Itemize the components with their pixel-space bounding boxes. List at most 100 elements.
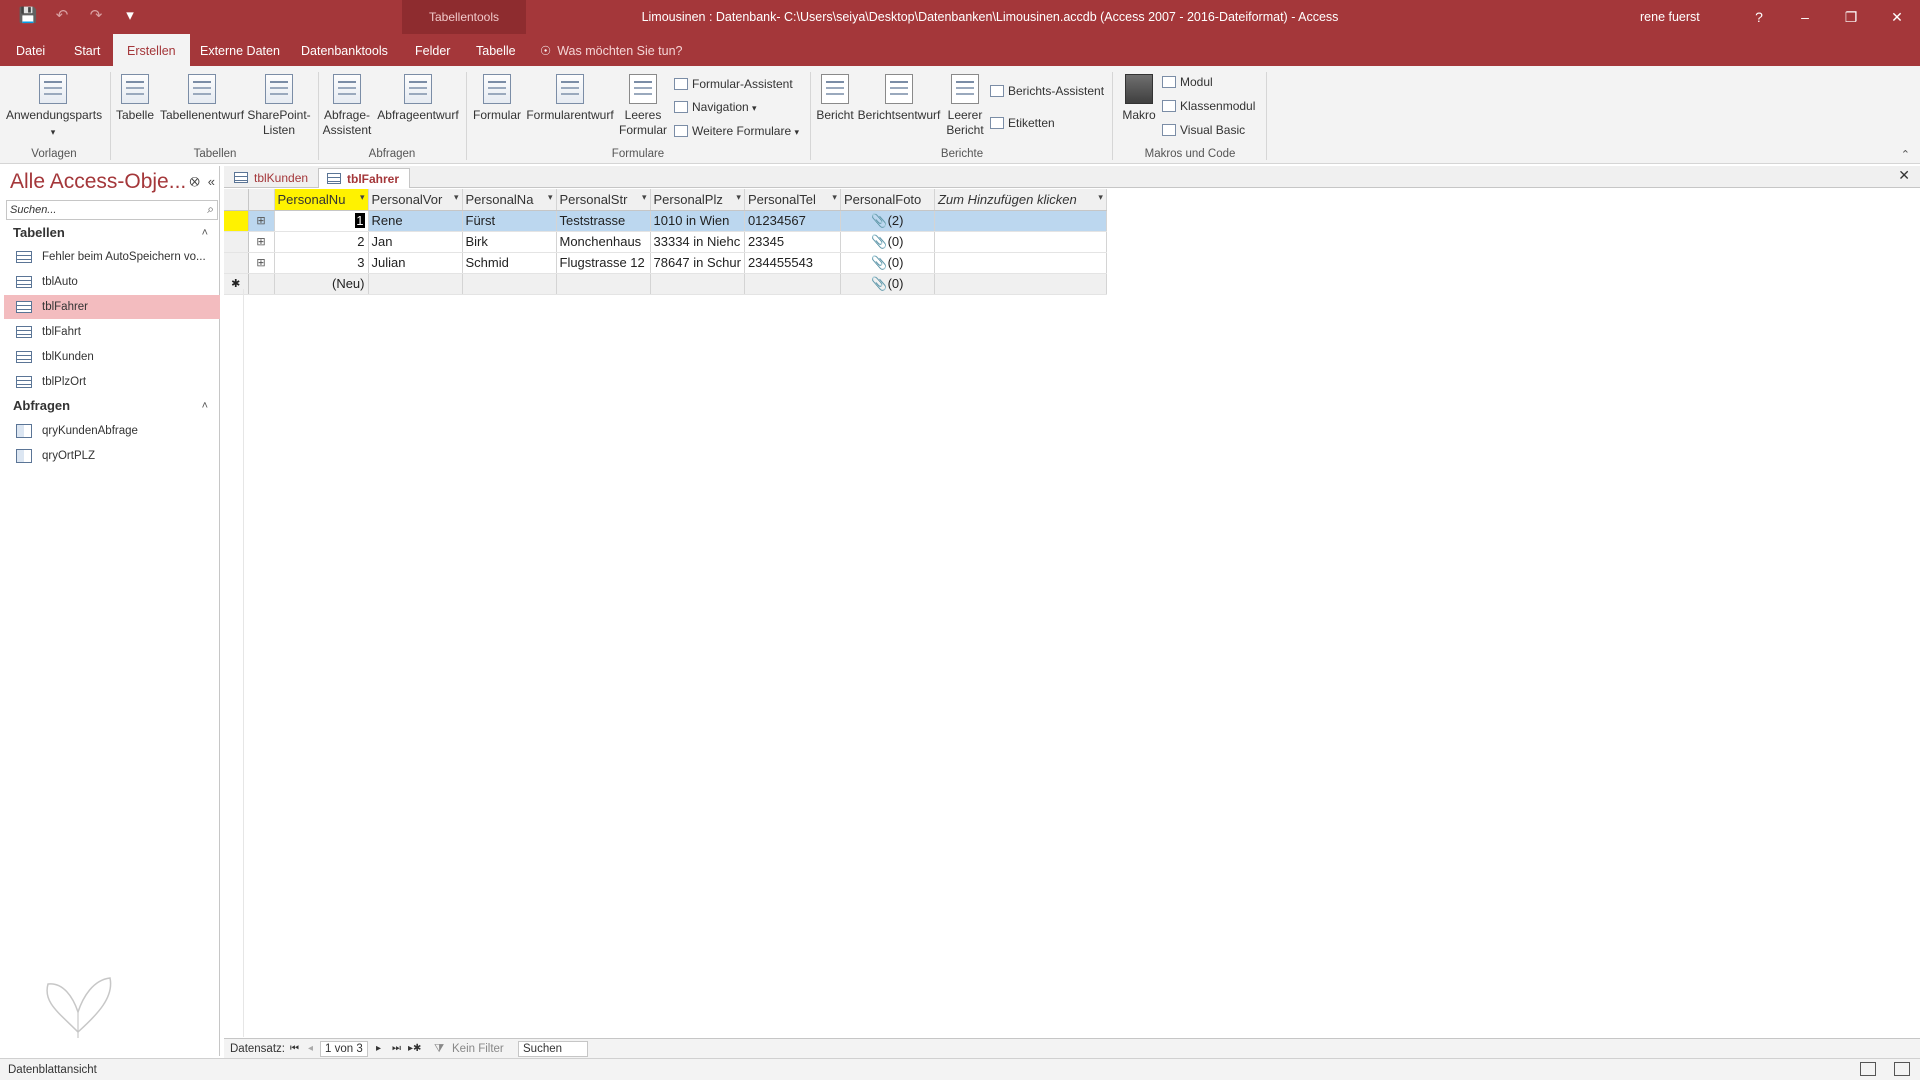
leerer-bericht-button[interactable]: Leerer Bericht [940, 74, 990, 138]
navigation-button[interactable]: Navigation [674, 97, 757, 117]
cell-plz[interactable]: 1010 in Wien [650, 210, 745, 232]
search-icon[interactable]: ⌕ [207, 202, 214, 217]
nav-item-table[interactable]: tblKunden [4, 345, 220, 369]
cell-foto[interactable]: 📎(0) [840, 252, 935, 274]
column-header[interactable]: PersonalTel ▾ [744, 189, 841, 211]
record-selector[interactable] [224, 252, 249, 274]
formular-button[interactable]: Formular [470, 74, 524, 123]
cell-strasse[interactable]: Monchenhaus [556, 231, 651, 253]
formularentwurf-button[interactable]: Formularentwurf [524, 74, 616, 123]
cell-vorname[interactable]: Julian [368, 252, 463, 274]
cell-vorname[interactable]: Rene [368, 210, 463, 232]
column-header[interactable]: PersonalNa ▾ [462, 189, 557, 211]
cell-nachname[interactable]: Fürst [462, 210, 557, 232]
record-selector[interactable] [224, 210, 249, 232]
shutter-bar-icon[interactable]: « [208, 174, 215, 189]
nav-item-table[interactable]: tblAuto [4, 270, 220, 294]
dropdown-arrow-icon[interactable]: ▾ [360, 192, 365, 203]
dropdown-arrow-icon[interactable]: ▾ [1098, 192, 1103, 203]
cell-nachname[interactable]: Schmid [462, 252, 557, 274]
redo-icon[interactable]: ↷ [86, 6, 106, 26]
visual-basic-button[interactable]: Visual Basic [1162, 120, 1245, 140]
expand-icon[interactable]: ⊞ [248, 231, 275, 253]
add-column-header[interactable]: Zum Hinzufügen klicken ▾ [934, 189, 1107, 211]
cell-new-label[interactable]: (Neu) [274, 273, 369, 295]
cell-nachname[interactable]: Birk [462, 231, 557, 253]
cell-empty[interactable] [744, 273, 841, 295]
tabelle-button[interactable]: Tabelle [114, 74, 156, 123]
cell-foto[interactable]: 📎(0) [840, 273, 935, 295]
cell-telefon[interactable]: 234455543 [744, 252, 841, 274]
previous-record-icon[interactable]: ◂ [308, 1039, 313, 1059]
nav-item-table[interactable]: tblPlzOrt [4, 370, 220, 394]
datasheet-view-icon[interactable] [1860, 1062, 1876, 1076]
cell-empty[interactable] [934, 231, 1107, 253]
nav-pane-title[interactable]: Alle Access-Obje... [10, 170, 186, 194]
tab-erstellen[interactable]: Erstellen [113, 34, 190, 66]
tab-datei[interactable]: Datei [16, 34, 45, 66]
tab-felder[interactable]: Felder [415, 34, 450, 66]
dropdown-arrow-icon[interactable]: ▾ [736, 192, 741, 203]
anwendungsparts-button[interactable]: Anwendungsparts [6, 74, 102, 140]
next-record-icon[interactable]: ▸ [376, 1039, 381, 1059]
collapse-ribbon-icon[interactable]: ⌃ [1901, 148, 1910, 161]
cell-empty[interactable] [462, 273, 557, 295]
tab-datenbanktools[interactable]: Datenbanktools [301, 34, 388, 66]
tab-externe-daten[interactable]: Externe Daten [200, 34, 280, 66]
cell-personalnummer[interactable]: 2 [274, 231, 369, 253]
tab-tabelle[interactable]: Tabelle [476, 34, 516, 66]
dropdown-arrow-icon[interactable]: ▾ [548, 192, 553, 203]
design-view-icon[interactable] [1894, 1062, 1910, 1076]
cell-vorname[interactable]: Jan [368, 231, 463, 253]
cell-empty[interactable] [368, 273, 463, 295]
cell-personalnummer[interactable]: 1 [274, 210, 369, 232]
restore-button[interactable]: ❐ [1828, 0, 1874, 34]
modul-button[interactable]: Modul [1162, 72, 1213, 92]
table-row[interactable]: ⊞ 1 Rene Fürst Teststrasse 1010 in Wien … [224, 210, 1107, 232]
record-selector[interactable] [224, 231, 249, 253]
leeres-formular-button[interactable]: Leeres Formular [616, 74, 670, 138]
cell-strasse[interactable]: Flugstrasse 12 [556, 252, 651, 274]
cell-foto[interactable]: 📎(2) [840, 210, 935, 232]
formular-assistent-button[interactable]: Formular-Assistent [674, 74, 793, 94]
help-button[interactable]: ? [1736, 0, 1782, 34]
berichtsentwurf-button[interactable]: Berichtsentwurf [856, 74, 942, 123]
table-row[interactable]: ⊞ 2 Jan Birk Monchenhaus 33334 in Niehc … [224, 231, 1107, 253]
cell-strasse[interactable]: Teststrasse [556, 210, 651, 232]
close-button[interactable]: ✕ [1874, 0, 1920, 34]
sharepoint-listen-button[interactable]: SharePoint- Listen [244, 74, 314, 138]
undo-icon[interactable]: ↶ [52, 6, 72, 26]
nav-menu-icon[interactable]: ⭙ [189, 174, 199, 189]
record-search-input[interactable]: Suchen [518, 1041, 588, 1057]
nav-search-input[interactable] [7, 201, 197, 219]
nav-item-query[interactable]: qryOrtPLZ [4, 444, 220, 468]
nav-group-abfragen[interactable]: Abfragen ˄ [4, 395, 220, 417]
select-all-cell[interactable] [224, 189, 249, 211]
tell-me-search[interactable]: ☉ Was möchten Sie tun? [540, 34, 683, 66]
new-record-icon[interactable]: ▸✱ [408, 1039, 421, 1059]
new-record-row[interactable]: ✱ (Neu) 📎(0) [224, 273, 1107, 295]
cell-empty[interactable] [650, 273, 745, 295]
cell-empty[interactable] [934, 273, 1107, 295]
berichts-assistent-button[interactable]: Berichts-Assistent [990, 81, 1104, 101]
tab-start[interactable]: Start [74, 34, 100, 66]
column-header[interactable]: PersonalNu ▾ [274, 189, 369, 211]
expand-icon[interactable]: ⊞ [248, 210, 275, 232]
cell-empty[interactable] [934, 252, 1107, 274]
klassenmodul-button[interactable]: Klassenmodul [1162, 96, 1255, 116]
dropdown-arrow-icon[interactable]: ▾ [642, 192, 647, 203]
cell-empty[interactable] [934, 210, 1107, 232]
table-row[interactable]: ⊞ 3 Julian Schmid Flugstrasse 12 78647 i… [224, 252, 1107, 274]
user-name[interactable]: rene fuerst [1640, 0, 1700, 34]
nav-item-table[interactable]: tblFahrt [4, 320, 220, 344]
customize-qat-icon[interactable]: ▾ [120, 6, 140, 26]
tabellenentwurf-button[interactable]: Tabellenentwurf [158, 74, 246, 123]
column-header[interactable]: PersonalVor ▾ [368, 189, 463, 211]
minimize-button[interactable]: – [1782, 0, 1828, 34]
column-header-attachment[interactable]: PersonalFoto [840, 189, 935, 211]
weitere-formulare-button[interactable]: Weitere Formulare [674, 121, 799, 141]
cell-plz[interactable]: 78647 in Schur [650, 252, 745, 274]
dropdown-arrow-icon[interactable]: ▾ [454, 192, 459, 203]
first-record-icon[interactable]: ⏮ [290, 1039, 299, 1059]
cell-telefon[interactable]: 23345 [744, 231, 841, 253]
